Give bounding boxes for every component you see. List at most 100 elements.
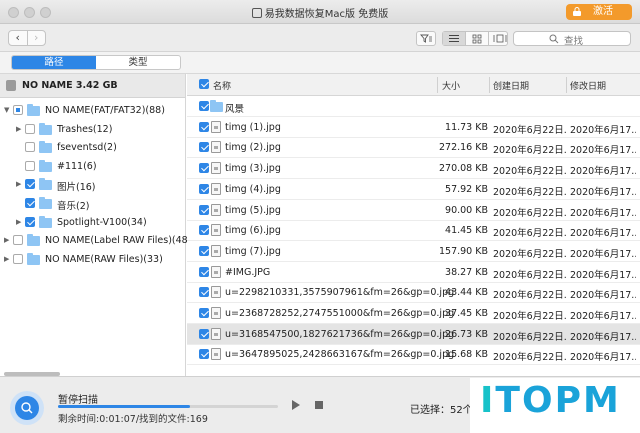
column-header-modified[interactable]: 修改日期	[570, 79, 606, 92]
tree-item-checkbox[interactable]	[25, 179, 35, 190]
folder-icon	[210, 100, 223, 112]
tree-item-label: Spotlight-V100(34)	[57, 216, 147, 228]
disclosure-closed-icon[interactable]: ▶	[16, 125, 21, 133]
row-checkbox[interactable]	[199, 121, 209, 132]
created-date: 2020年6月22日...	[493, 186, 567, 198]
table-row[interactable]: #IMG.JPG 38.27 KB 2020年6月22日... 2020年6月17..…	[187, 262, 640, 283]
back-button[interactable]: ‹	[9, 31, 27, 45]
select-all-checkbox[interactable]	[199, 79, 209, 89]
tree-item[interactable]: ▼ NO NAME(FAT/FAT32)(88)	[0, 102, 186, 120]
row-checkbox[interactable]	[199, 287, 209, 298]
filter-button[interactable]	[416, 31, 436, 46]
tree-item-checkbox[interactable]	[25, 123, 35, 134]
file-size: 90.00 KB	[445, 204, 488, 216]
tree-item[interactable]: ▶ NO NAME(Label RAW Files)(48)	[0, 232, 191, 250]
file-name: timg (6).jpg	[225, 225, 281, 237]
forward-button[interactable]: ›	[26, 31, 46, 45]
tree-item[interactable]: fseventsd(2)	[0, 139, 186, 157]
file-size: 157.90 KB	[438, 245, 488, 257]
row-checkbox[interactable]	[199, 183, 209, 194]
scan-progress-bar	[58, 405, 278, 408]
search-field[interactable]: 查找	[513, 31, 631, 47]
table-row[interactable]: u=3647895025,2428663167&fm=26&gp=0.jpg 15…	[187, 344, 640, 366]
row-checkbox[interactable]	[199, 101, 209, 111]
column-divider[interactable]	[437, 77, 438, 93]
activate-button[interactable]: 激活	[566, 4, 632, 20]
toolbar: ‹ › 查找	[0, 24, 640, 52]
disclosure-open-icon[interactable]: ▼	[4, 106, 9, 114]
tab-type[interactable]: 类型	[96, 56, 180, 69]
table-row[interactable]: u=2368728252,2747551000&fm=26&gp=0.jpg 37…	[187, 303, 640, 324]
column-header-size[interactable]: 大小	[442, 79, 460, 92]
stop-scan-button[interactable]	[315, 401, 323, 409]
tab-path[interactable]: 路径	[12, 56, 96, 69]
tree-item-checkbox[interactable]	[13, 253, 23, 264]
tree-item[interactable]: ▶ Trashes(12)	[0, 121, 186, 139]
table-row[interactable]: u=3168547500,1827621736&fm=26&gp=0.jpg 26…	[187, 323, 640, 345]
tree-item-checkbox[interactable]	[13, 105, 23, 115]
disclosure-closed-icon[interactable]: ▶	[4, 255, 9, 263]
tree-item-label: NO NAME(RAW Files)(33)	[45, 253, 163, 265]
disclosure-closed-icon[interactable]: ▶	[4, 236, 9, 244]
grid-view-button[interactable]	[465, 32, 488, 45]
tree-item-label: 音乐(2)	[57, 201, 90, 212]
disclosure-closed-icon[interactable]: ▶	[16, 180, 21, 188]
tree-item[interactable]: 音乐(2)	[0, 195, 186, 213]
column-header-name[interactable]: 名称	[213, 79, 231, 92]
image-file-icon	[211, 244, 221, 257]
tree-item-label: fseventsd(2)	[57, 142, 117, 154]
activate-label: 激活	[593, 6, 613, 17]
tree-item-checkbox[interactable]	[13, 235, 23, 246]
created-date: 2020年6月22日...	[493, 331, 567, 343]
modified-date: 2020年6月17...	[570, 186, 636, 198]
table-row[interactable]: 风景	[187, 96, 640, 117]
row-checkbox[interactable]	[199, 204, 209, 215]
column-header-created[interactable]: 创建日期	[493, 79, 529, 92]
scan-remaining-text: 剩余时间:0:01:07/找到的文件:169	[58, 414, 208, 425]
magnifier-icon	[21, 402, 33, 414]
drive-header[interactable]: NO NAME 3.42 GB	[0, 74, 185, 98]
tree-item-checkbox[interactable]	[25, 160, 35, 171]
column-divider[interactable]	[566, 77, 567, 93]
table-row[interactable]: timg (1).jpg 11.73 KB 2020年6月22日... 2020年6月…	[187, 117, 640, 138]
file-size: 43.44 KB	[445, 287, 488, 299]
table-row[interactable]: timg (6).jpg 41.45 KB 2020年6月22日... 2020年6月…	[187, 220, 640, 242]
file-size: 270.08 KB	[438, 163, 488, 175]
row-checkbox[interactable]	[199, 163, 209, 174]
row-checkbox[interactable]	[199, 349, 209, 360]
preview-view-button[interactable]	[488, 32, 511, 45]
row-checkbox[interactable]	[199, 245, 209, 256]
column-divider[interactable]	[489, 77, 490, 93]
row-checkbox[interactable]	[199, 142, 209, 153]
scan-status-title: 暂停扫描	[58, 395, 98, 406]
folder-icon	[39, 122, 52, 135]
table-row[interactable]: timg (2).jpg 272.16 KB 2020年6月22日... 2020年6…	[187, 137, 640, 159]
table-row[interactable]: timg (3).jpg 270.08 KB 2020年6月22日... 2020年6…	[187, 158, 640, 180]
list-view-button[interactable]	[443, 32, 465, 45]
disclosure-closed-icon[interactable]: ▶	[16, 218, 21, 226]
tree-item[interactable]: ▶ 图片(16)	[0, 176, 186, 194]
modified-date: 2020年6月17...	[570, 166, 636, 178]
image-file-icon	[211, 348, 221, 361]
tree-item[interactable]: ▶ NO NAME(RAW Files)(33)	[0, 251, 186, 269]
row-checkbox[interactable]	[199, 225, 209, 236]
image-file-icon	[211, 120, 221, 133]
folder-icon	[27, 234, 40, 247]
table-row[interactable]: timg (4).jpg 57.92 KB 2020年6月22日... 2020年6月…	[187, 179, 640, 200]
tree-item[interactable]: #111(6)	[0, 158, 186, 176]
created-date: 2020年6月22日...	[493, 290, 567, 302]
app-icon	[251, 8, 262, 18]
table-row[interactable]: timg (5).jpg 90.00 KB 2020年6月22日... 2020年6月…	[187, 200, 640, 221]
tree-item-checkbox[interactable]	[25, 142, 35, 153]
image-file-icon	[211, 182, 221, 195]
folder-icon	[39, 215, 52, 228]
table-row[interactable]: u=2298210331,3575907961&fm=26&gp=0.jpg 43…	[187, 282, 640, 304]
row-checkbox[interactable]	[199, 308, 209, 318]
tree-item-checkbox[interactable]	[25, 216, 35, 227]
tree-item[interactable]: ▶ Spotlight-V100(34)	[0, 214, 186, 232]
resume-scan-button[interactable]	[292, 400, 300, 410]
row-checkbox[interactable]	[199, 266, 209, 277]
tree-item-checkbox[interactable]	[25, 198, 35, 208]
row-checkbox[interactable]	[199, 328, 209, 339]
table-row[interactable]: timg (7).jpg 157.90 KB 2020年6月22日... 2020年6…	[187, 241, 640, 262]
